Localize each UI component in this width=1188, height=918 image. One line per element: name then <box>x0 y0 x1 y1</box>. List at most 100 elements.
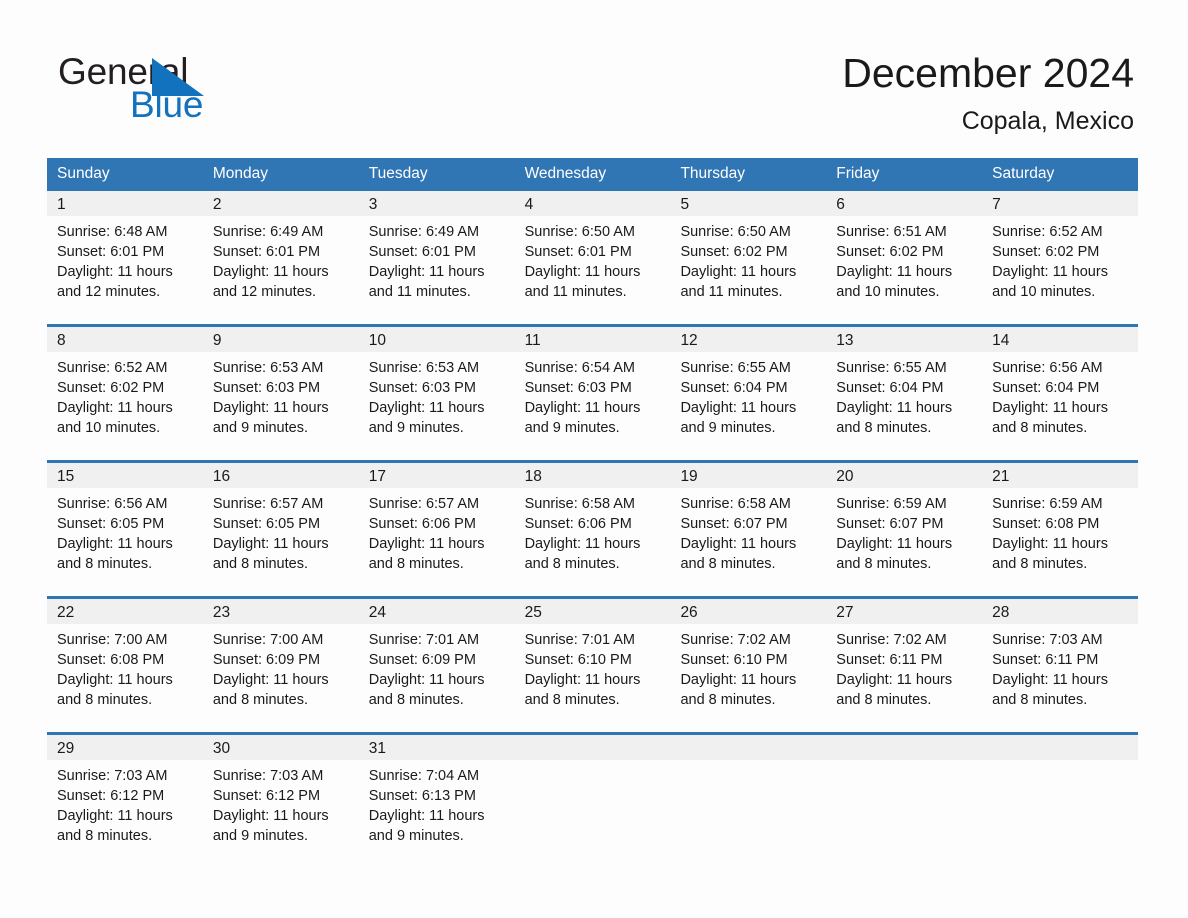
day-number: 5 <box>670 191 827 216</box>
sunset-time: Sunset: 6:09 PM <box>212 652 321 668</box>
sunset-time: Sunset: 6:07 PM <box>836 516 944 532</box>
sunset-time: Sunset: 6:11 PM <box>836 652 943 668</box>
calendar-day-cell[interactable]: 25 Sunrise: 7:01 AM Sunset: 6:10 PM Dayligh… <box>514 599 671 712</box>
calendar-day-cell[interactable]: 10 Sunrise: 6:53 AM Sunset: 6:03 PM Dayligh… <box>358 327 515 440</box>
sunset-time: Sunset: 6:02 PM <box>680 244 788 260</box>
calendar-day-cell[interactable]: 19 Sunrise: 6:58 AM Sunset: 6:07 PM Dayligh… <box>670 463 827 576</box>
calendar-day-cell[interactable]: 6 Sunrise: 6:51 AM Sunset: 6:02 PM Daylight… <box>826 191 983 304</box>
sunrise-time: Sunrise: 6:56 AM <box>992 360 1103 376</box>
daylight-duration-line2: and 10 minutes. <box>57 420 161 436</box>
sunset-time: Sunset: 6:11 PM <box>992 652 1099 668</box>
calendar-day-cell[interactable]: 18 Sunrise: 6:58 AM Sunset: 6:06 PM Dayligh… <box>514 463 671 576</box>
day-sun-info <box>826 760 982 766</box>
day-number: 31 <box>358 735 515 760</box>
sunset-time: Sunset: 6:08 PM <box>57 652 165 668</box>
daylight-duration-line2: and 8 minutes. <box>212 692 308 708</box>
day-number: 30 <box>202 735 359 760</box>
day-sun-info: Sunrise: 7:01 AM Sunset: 6:09 PM Daylight:… <box>359 624 515 710</box>
generalblue-logo[interactable]: General Blue <box>58 52 298 128</box>
calendar-day-cell[interactable]: 31 Sunrise: 7:04 AM Sunset: 6:13 PM Dayligh… <box>358 735 515 848</box>
sunset-time: Sunset: 6:10 PM <box>680 652 788 668</box>
day-number: 14 <box>982 327 1139 352</box>
calendar-day-cell[interactable]: 22 Sunrise: 7:00 AM Sunset: 6:08 PM Dayligh… <box>47 599 203 712</box>
calendar-day-cell[interactable]: 12 Sunrise: 6:55 AM Sunset: 6:04 PM Dayligh… <box>670 327 827 440</box>
day-number: 26 <box>670 599 827 624</box>
daylight-duration-line2: and 9 minutes. <box>368 828 464 844</box>
daylight-duration-line1: Daylight: 11 hours <box>212 264 329 280</box>
day-number: 13 <box>826 327 983 352</box>
sunrise-time: Sunrise: 6:55 AM <box>836 360 947 376</box>
day-sun-info: Sunrise: 7:02 AM Sunset: 6:11 PM Daylight:… <box>826 624 982 710</box>
daylight-duration-line2: and 10 minutes. <box>992 284 1096 300</box>
sunrise-time: Sunrise: 7:01 AM <box>524 632 635 648</box>
day-number: 24 <box>358 599 515 624</box>
day-sun-info: Sunrise: 6:50 AM Sunset: 6:02 PM Daylight:… <box>670 216 826 302</box>
day-sun-info: Sunrise: 7:03 AM Sunset: 6:12 PM Daylight:… <box>47 760 203 846</box>
daylight-duration-line2: and 8 minutes. <box>836 692 932 708</box>
daylight-duration-line2: and 12 minutes. <box>212 284 317 300</box>
day-sun-info: Sunrise: 6:58 AM Sunset: 6:07 PM Daylight:… <box>670 488 826 574</box>
daylight-duration-line2: and 12 minutes. <box>57 284 161 300</box>
day-sun-info: Sunrise: 6:49 AM Sunset: 6:01 PM Daylight:… <box>359 216 515 302</box>
day-sun-info: Sunrise: 6:53 AM Sunset: 6:03 PM Daylight:… <box>359 352 515 438</box>
daylight-duration-line2: and 8 minutes. <box>212 556 308 572</box>
day-number: 7 <box>982 191 1139 216</box>
day-sun-info: Sunrise: 6:52 AM Sunset: 6:02 PM Daylight:… <box>47 352 203 438</box>
sunrise-time: Sunrise: 6:55 AM <box>680 360 791 376</box>
calendar-day-cell[interactable]: 9 Sunrise: 6:53 AM Sunset: 6:03 PM Daylight… <box>202 327 359 440</box>
sunrise-time: Sunrise: 6:58 AM <box>680 496 791 512</box>
calendar-day-cell[interactable]: 15 Sunrise: 6:56 AM Sunset: 6:05 PM Dayligh… <box>47 463 203 576</box>
calendar-day-cell[interactable]: 2 Sunrise: 6:49 AM Sunset: 6:01 PM Daylight… <box>202 191 359 304</box>
daylight-duration-line1: Daylight: 11 hours <box>368 672 485 688</box>
day-number: 25 <box>514 599 671 624</box>
calendar-day-cell[interactable]: 27 Sunrise: 7:02 AM Sunset: 6:11 PM Dayligh… <box>826 599 983 712</box>
weekday-header-saturday: Saturday <box>992 165 1055 182</box>
calendar-day-cell[interactable]: 29 Sunrise: 7:03 AM Sunset: 6:12 PM Dayligh… <box>47 735 203 848</box>
calendar-day-cell[interactable]: 24 Sunrise: 7:01 AM Sunset: 6:09 PM Dayligh… <box>358 599 515 712</box>
week-spacer <box>47 440 1138 460</box>
calendar-day-cell[interactable]: 23 Sunrise: 7:00 AM Sunset: 6:09 PM Dayligh… <box>202 599 359 712</box>
calendar-day-cell[interactable]: 4 Sunrise: 6:50 AM Sunset: 6:01 PM Daylight… <box>514 191 671 304</box>
sunrise-time: Sunrise: 6:51 AM <box>836 224 947 240</box>
daylight-duration-line1: Daylight: 11 hours <box>992 672 1108 688</box>
calendar-day-cell[interactable]: 5 Sunrise: 6:50 AM Sunset: 6:02 PM Daylight… <box>670 191 827 304</box>
daylight-duration-line1: Daylight: 11 hours <box>57 536 173 552</box>
sunrise-time: Sunrise: 6:53 AM <box>368 360 480 376</box>
daylight-duration-line1: Daylight: 11 hours <box>57 672 173 688</box>
sunset-time: Sunset: 6:07 PM <box>680 516 788 532</box>
day-number: 28 <box>982 599 1139 624</box>
calendar-day-cell[interactable]: 17 Sunrise: 6:57 AM Sunset: 6:06 PM Dayligh… <box>358 463 515 576</box>
calendar-day-cell[interactable]: 14 Sunrise: 6:56 AM Sunset: 6:04 PM Dayligh… <box>982 327 1139 440</box>
sunrise-time: Sunrise: 6:52 AM <box>57 360 168 376</box>
day-number: 8 <box>47 327 203 352</box>
calendar-table: Sunday Monday Tuesday Wednesday Thursday… <box>47 158 1139 848</box>
day-number: 6 <box>826 191 983 216</box>
title-block: December 2024 Copala, Mexico <box>842 48 1134 138</box>
daylight-duration-line1: Daylight: 11 hours <box>368 400 485 416</box>
sunrise-time: Sunrise: 6:49 AM <box>212 224 324 240</box>
sunset-time: Sunset: 6:13 PM <box>368 788 476 804</box>
calendar-day-cell[interactable]: 21 Sunrise: 6:59 AM Sunset: 6:08 PM Dayligh… <box>982 463 1139 576</box>
daylight-duration-line1: Daylight: 11 hours <box>836 400 953 416</box>
calendar-day-cell-empty <box>514 735 671 848</box>
calendar-day-cell[interactable]: 28 Sunrise: 7:03 AM Sunset: 6:11 PM Dayligh… <box>982 599 1139 712</box>
calendar-day-cell[interactable]: 7 Sunrise: 6:52 AM Sunset: 6:02 PM Daylight… <box>982 191 1139 304</box>
sunset-time: Sunset: 6:06 PM <box>368 516 476 532</box>
calendar-day-cell[interactable]: 3 Sunrise: 6:49 AM Sunset: 6:01 PM Daylight… <box>358 191 515 304</box>
calendar-day-cell[interactable]: 30 Sunrise: 7:03 AM Sunset: 6:12 PM Dayligh… <box>202 735 359 848</box>
daylight-duration-line1: Daylight: 11 hours <box>57 808 173 824</box>
calendar-day-cell[interactable]: 13 Sunrise: 6:55 AM Sunset: 6:04 PM Dayligh… <box>826 327 983 440</box>
calendar-day-cell[interactable]: 8 Sunrise: 6:52 AM Sunset: 6:02 PM Daylight… <box>47 327 203 440</box>
day-sun-info: Sunrise: 6:54 AM Sunset: 6:03 PM Daylight:… <box>515 352 671 438</box>
calendar-day-cell[interactable]: 1 Sunrise: 6:48 AM Sunset: 6:01 PM Daylight… <box>47 191 203 304</box>
calendar-day-cell[interactable]: 11 Sunrise: 6:54 AM Sunset: 6:03 PM Dayligh… <box>514 327 671 440</box>
daylight-duration-line1: Daylight: 11 hours <box>524 264 641 280</box>
sunrise-time: Sunrise: 6:50 AM <box>680 224 791 240</box>
calendar-day-cell[interactable]: 26 Sunrise: 7:02 AM Sunset: 6:10 PM Dayligh… <box>670 599 827 712</box>
sunset-time: Sunset: 6:04 PM <box>836 380 944 396</box>
day-sun-info: Sunrise: 6:57 AM Sunset: 6:06 PM Daylight:… <box>359 488 515 574</box>
day-sun-info <box>670 760 826 766</box>
day-number: 16 <box>202 463 359 488</box>
calendar-day-cell[interactable]: 20 Sunrise: 6:59 AM Sunset: 6:07 PM Dayligh… <box>826 463 983 576</box>
calendar-day-cell[interactable]: 16 Sunrise: 6:57 AM Sunset: 6:05 PM Dayligh… <box>202 463 359 576</box>
